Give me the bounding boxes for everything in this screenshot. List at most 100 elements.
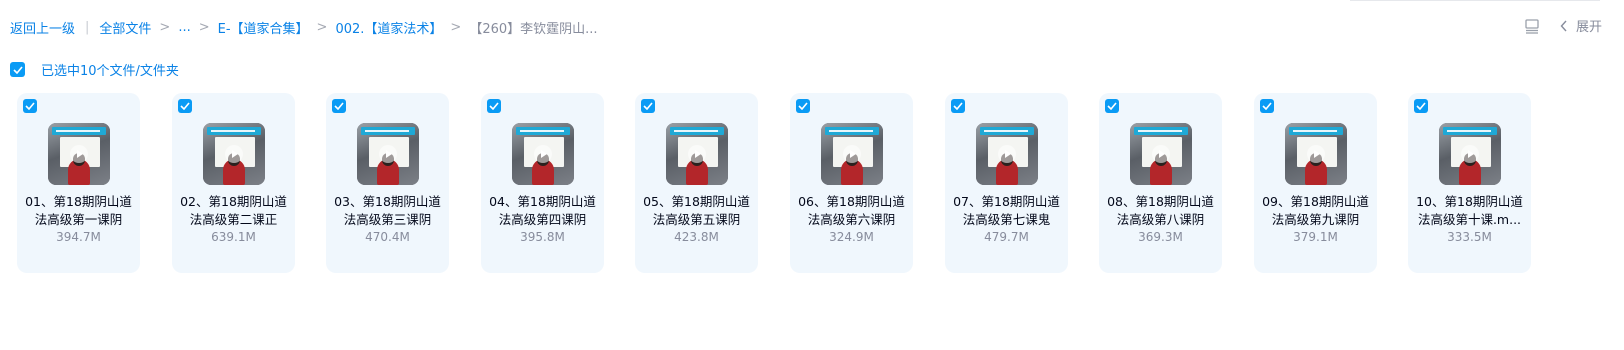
selection-count-label: 已选中10个文件/文件夹 <box>41 64 179 79</box>
breadcrumb-ellipsis[interactable]: ... <box>178 20 190 35</box>
file-checkbox[interactable] <box>1105 99 1119 113</box>
file-checkbox[interactable] <box>951 99 965 113</box>
video-thumbnail[interactable] <box>821 123 883 185</box>
file-name-line1: 10、第18期阴山道 <box>1416 194 1523 209</box>
play-icon <box>1307 145 1325 163</box>
checkmark-icon <box>180 102 190 110</box>
video-thumbnail[interactable] <box>1130 123 1192 185</box>
selection-bar: 已选中10个文件/文件夹 <box>10 60 179 79</box>
checkmark-icon <box>12 65 23 74</box>
file-size: 369.3M <box>1138 230 1183 244</box>
checkmark-icon <box>489 102 499 110</box>
file-name[interactable]: 10、第18期阴山道 法高级第十课.m... <box>1412 193 1527 229</box>
chevron-left-icon <box>1560 20 1567 31</box>
file-name[interactable]: 06、第18期阴山道 法高级第六课阴 <box>794 193 909 229</box>
video-thumbnail[interactable] <box>1285 123 1347 185</box>
play-icon <box>379 145 397 163</box>
file-name[interactable]: 09、第18期阴山道 法高级第九课阴 <box>1258 193 1373 229</box>
play-icon <box>1461 145 1479 163</box>
file-name-line2: 法高级第二课正 <box>189 212 278 227</box>
file-name-line2: 法高级第七课鬼 <box>962 212 1051 227</box>
file-size: 394.7M <box>56 230 101 244</box>
breadcrumb-all-files[interactable]: 全部文件 <box>99 18 151 37</box>
breadcrumb-level1[interactable]: E-【道家合集】 <box>218 18 309 37</box>
video-thumbnail[interactable] <box>203 123 265 185</box>
file-card[interactable]: 01、第18期阴山道 法高级第一课阴 394.7M <box>17 93 140 273</box>
video-thumbnail[interactable] <box>1439 123 1501 185</box>
breadcrumb-current: 【260】李钦霆阴山... <box>469 21 598 37</box>
file-checkbox[interactable] <box>178 99 192 113</box>
checkmark-icon <box>334 102 344 110</box>
top-divider <box>1350 0 1600 1</box>
file-checkbox[interactable] <box>1260 99 1274 113</box>
video-thumbnail[interactable] <box>666 123 728 185</box>
video-thumbnail[interactable] <box>48 123 110 185</box>
file-card[interactable]: 06、第18期阴山道 法高级第六课阴 324.9M <box>790 93 913 273</box>
file-size: 324.9M <box>829 230 874 244</box>
file-checkbox[interactable] <box>332 99 346 113</box>
file-card[interactable]: 09、第18期阴山道 法高级第九课阴 379.1M <box>1254 93 1377 273</box>
file-size: 470.4M <box>365 230 410 244</box>
file-card[interactable]: 02、第18期阴山道 法高级第二课正 639.1M <box>172 93 295 273</box>
breadcrumb: 返回上一级 | 全部文件 > ... > E-【道家合集】 > 002.【道家法… <box>10 18 598 37</box>
file-size: 479.7M <box>984 230 1029 244</box>
checkmark-icon <box>1107 102 1117 110</box>
chevron-right-icon: > <box>159 19 171 35</box>
file-card[interactable]: 07、第18期阴山道 法高级第七课鬼 479.7M <box>945 93 1068 273</box>
file-name-line2: 法高级第四课阴 <box>498 212 587 227</box>
file-name-line2: 法高级第五课阴 <box>652 212 741 227</box>
file-checkbox[interactable] <box>487 99 501 113</box>
checkmark-icon <box>1262 102 1272 110</box>
file-card[interactable]: 04、第18期阴山道 法高级第四课阴 395.8M <box>481 93 604 273</box>
file-name[interactable]: 03、第18期阴山道 法高级第三课阴 <box>330 193 445 229</box>
file-name-line1: 04、第18期阴山道 <box>489 194 596 209</box>
checkmark-icon <box>953 102 963 110</box>
file-name-line1: 07、第18期阴山道 <box>953 194 1060 209</box>
toolbar: 展开 <box>1524 16 1602 35</box>
file-name[interactable]: 02、第18期阴山道 法高级第二课正 <box>176 193 291 229</box>
file-card[interactable]: 05、第18期阴山道 法高级第五课阴 423.8M <box>635 93 758 273</box>
file-name-line1: 09、第18期阴山道 <box>1262 194 1369 209</box>
file-name-line2: 法高级第八课阴 <box>1116 212 1205 227</box>
play-icon <box>534 145 552 163</box>
file-card[interactable]: 08、第18期阴山道 法高级第八课阴 369.3M <box>1099 93 1222 273</box>
file-name[interactable]: 08、第18期阴山道 法高级第八课阴 <box>1103 193 1218 229</box>
file-name-line1: 03、第18期阴山道 <box>334 194 441 209</box>
file-name-line1: 08、第18期阴山道 <box>1107 194 1214 209</box>
play-icon <box>843 145 861 163</box>
video-thumbnail[interactable] <box>512 123 574 185</box>
file-size: 333.5M <box>1447 230 1492 244</box>
expand-label: 展开 <box>1575 20 1602 35</box>
file-name-line1: 01、第18期阴山道 <box>25 194 132 209</box>
play-icon <box>70 145 88 163</box>
file-card[interactable]: 10、第18期阴山道 法高级第十课.m... 333.5M <box>1408 93 1531 273</box>
file-checkbox[interactable] <box>641 99 655 113</box>
chevron-right-icon: > <box>450 19 462 35</box>
file-name-line1: 05、第18期阴山道 <box>643 194 750 209</box>
file-name[interactable]: 07、第18期阴山道 法高级第七课鬼 <box>949 193 1064 229</box>
select-all-checkbox[interactable] <box>10 62 25 77</box>
file-size: 395.8M <box>520 230 565 244</box>
file-size: 639.1M <box>211 230 256 244</box>
breadcrumb-level2[interactable]: 002.【道家法术】 <box>335 18 442 37</box>
file-name-line2: 法高级第六课阴 <box>807 212 896 227</box>
file-name[interactable]: 01、第18期阴山道 法高级第一课阴 <box>21 193 136 229</box>
file-card[interactable]: 03、第18期阴山道 法高级第三课阴 470.4M <box>326 93 449 273</box>
file-name[interactable]: 04、第18期阴山道 法高级第四课阴 <box>485 193 600 229</box>
play-icon <box>225 145 243 163</box>
video-thumbnail[interactable] <box>357 123 419 185</box>
file-checkbox[interactable] <box>23 99 37 113</box>
file-name[interactable]: 05、第18期阴山道 法高级第五课阴 <box>639 193 754 229</box>
checkmark-icon <box>1416 102 1426 110</box>
file-name-line1: 06、第18期阴山道 <box>798 194 905 209</box>
checkmark-icon <box>25 102 35 110</box>
back-link[interactable]: 返回上一级 <box>10 18 75 37</box>
list-view-icon[interactable] <box>1524 18 1540 34</box>
file-checkbox[interactable] <box>1414 99 1428 113</box>
file-size: 423.8M <box>674 230 719 244</box>
expand-button[interactable]: 展开 <box>1560 16 1602 35</box>
video-thumbnail[interactable] <box>976 123 1038 185</box>
file-checkbox[interactable] <box>796 99 810 113</box>
file-name-line2: 法高级第三课阴 <box>343 212 432 227</box>
chevron-right-icon: > <box>198 19 210 35</box>
